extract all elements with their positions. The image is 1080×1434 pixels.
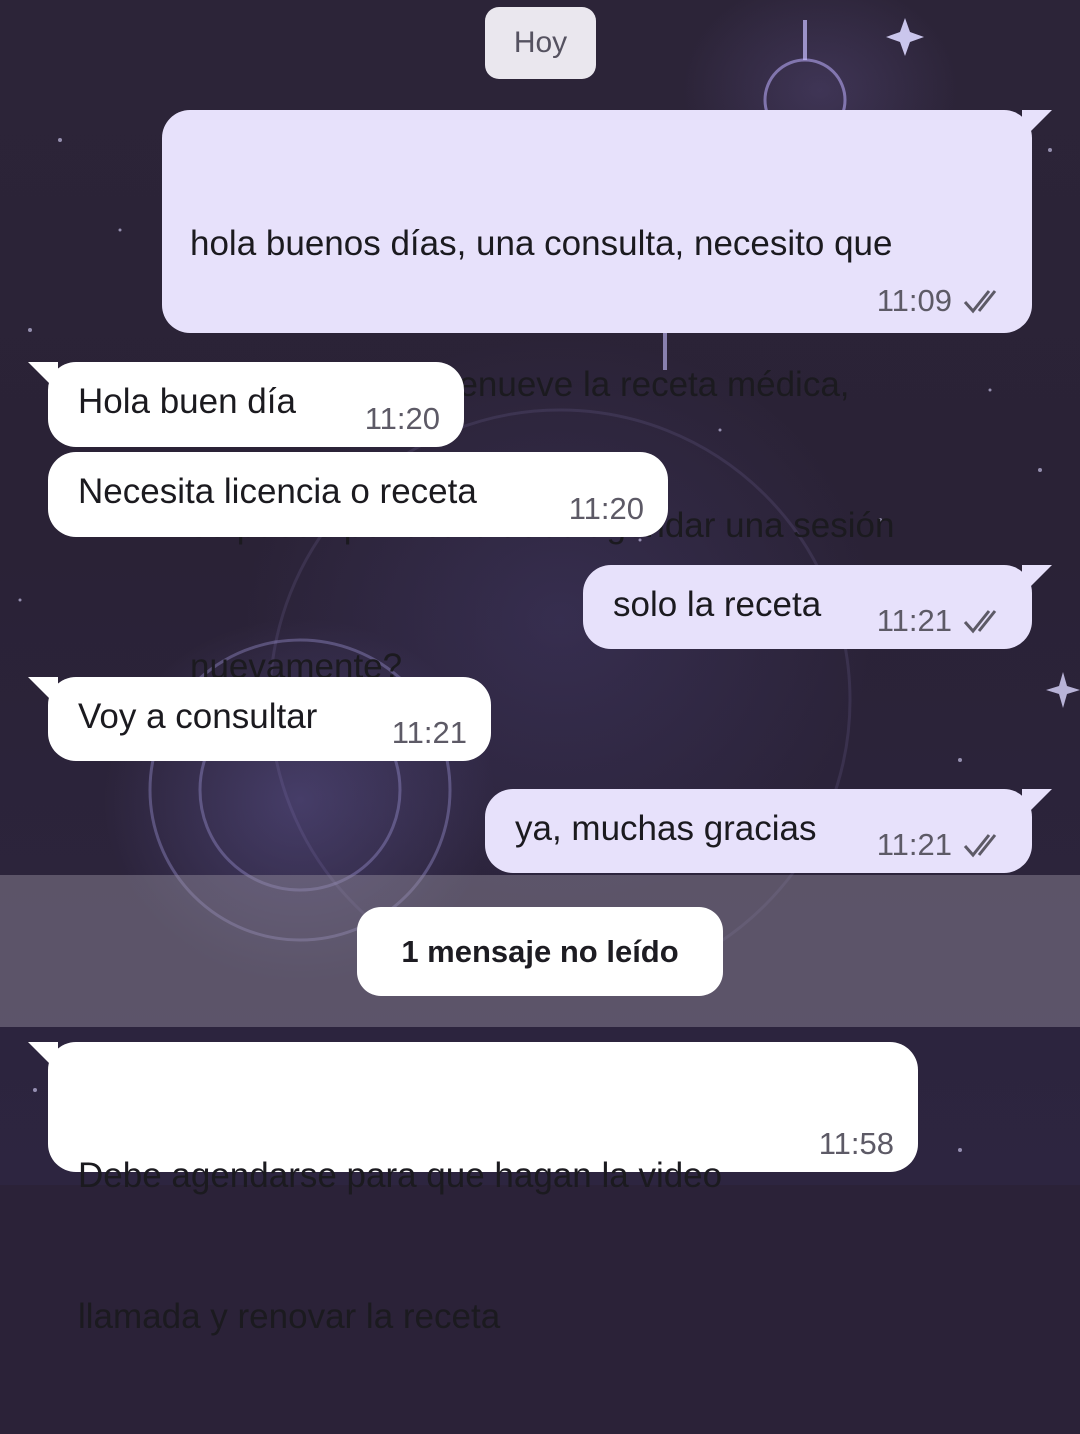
message-meta: 11:21 [877, 827, 1006, 863]
incoming-message[interactable]: Debe agendarse para que hagan la video l… [48, 1042, 918, 1336]
message-time: 11:20 [364, 401, 440, 436]
message-time: 11:09 [876, 283, 952, 318]
incoming-message[interactable]: Necesita licencia o receta 11:20 [48, 452, 668, 537]
double-check-icon [963, 290, 997, 314]
outgoing-message[interactable]: hola buenos días, una consulta, necesito… [162, 110, 1032, 686]
message-text: ya, muchas gracias [515, 809, 817, 848]
date-separator-chip: Hoy [485, 7, 596, 79]
outgoing-message[interactable]: solo la receta 11:21 [583, 565, 1032, 649]
message-text: Necesita licencia o receta [78, 472, 477, 511]
date-separator-label: Hoy [513, 26, 568, 59]
message-text: solo la receta [613, 585, 822, 624]
message-meta: 11:21 [392, 715, 467, 751]
message-time: 11:20 [568, 491, 644, 526]
message-line: llamada y renovar la receta [78, 1297, 501, 1336]
message-meta: 11:58 [819, 1126, 894, 1162]
message-meta: 11:21 [877, 603, 1006, 639]
message-time: 11:58 [818, 1126, 894, 1161]
incoming-message[interactable]: Voy a consultar 11:21 [48, 677, 491, 761]
outgoing-message[interactable]: ya, muchas gracias 11:21 [485, 789, 1032, 873]
message-meta: 11:20 [365, 401, 440, 437]
double-check-icon [963, 834, 997, 858]
message-text: Voy a consultar [78, 697, 318, 736]
double-check-icon [963, 610, 997, 634]
message-meta: 11:20 [569, 491, 644, 527]
message-text: Hola buen día [78, 382, 296, 421]
message-time: 11:21 [391, 715, 467, 750]
message-time: 11:21 [876, 827, 952, 862]
incoming-message[interactable]: Hola buen día 11:20 [48, 362, 464, 447]
unread-messages-label: 1 mensaje no leído [401, 933, 679, 969]
message-time: 11:21 [876, 603, 952, 638]
unread-messages-chip: 1 mensaje no leído [357, 907, 723, 996]
message-text: Debe agendarse para que hagan la video l… [78, 1058, 722, 1434]
message-meta: 11:09 [877, 283, 1006, 319]
message-line: Debe agendarse para que hagan la video [78, 1156, 723, 1195]
message-line: hola buenos días, una consulta, necesito… [190, 224, 893, 263]
